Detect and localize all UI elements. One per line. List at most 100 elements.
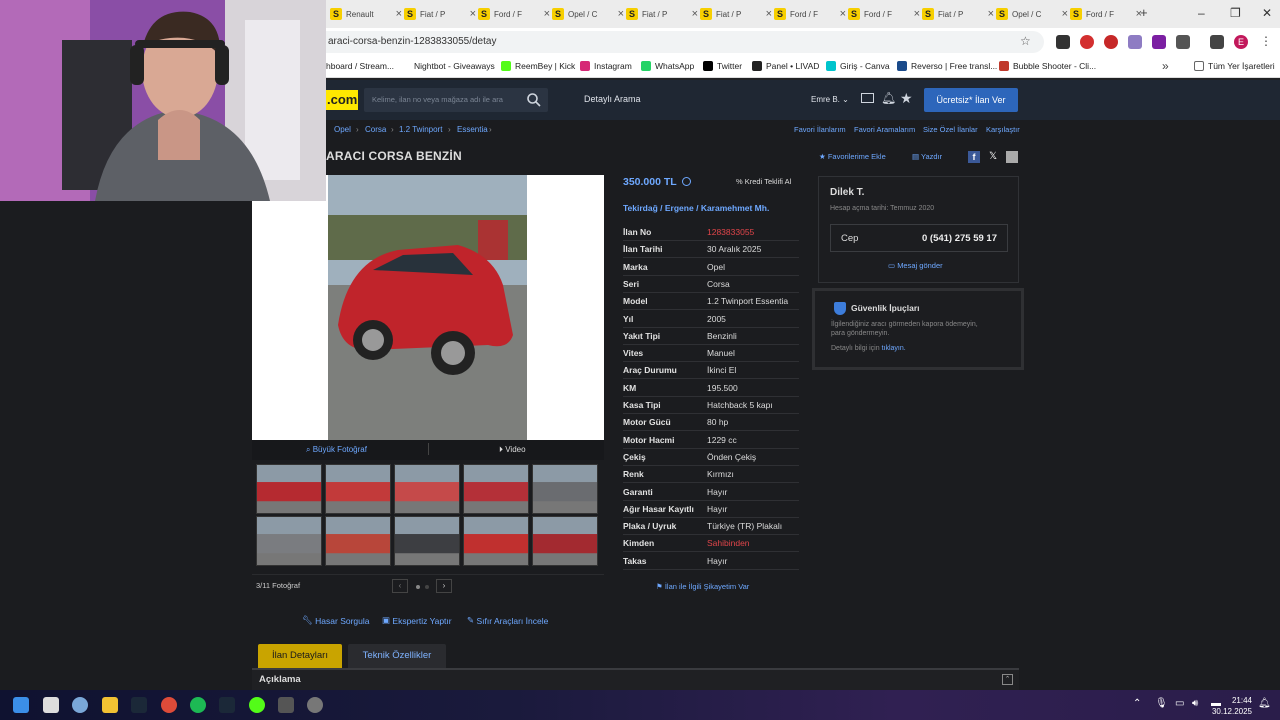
main-photo[interactable] <box>252 175 604 440</box>
new-cars-link[interactable]: ✎ Sıfır Araçları İncele <box>467 615 548 626</box>
all-bookmarks[interactable]: Tüm Yer İşaretleri <box>1194 61 1275 71</box>
breadcrumb-item[interactable]: Opel <box>334 125 351 134</box>
close-tab-icon[interactable]: × <box>692 8 698 20</box>
complaint-link[interactable]: ⚑ İlan ile İlgili Şikayetim Var <box>656 582 749 591</box>
seller-name[interactable]: Dilek T. <box>830 187 864 198</box>
photo-thumbnail[interactable] <box>394 464 460 514</box>
settings-icon[interactable] <box>72 697 88 713</box>
file-explorer-icon[interactable] <box>102 697 118 713</box>
photo-thumbnail[interactable] <box>325 464 391 514</box>
steam-icon[interactable] <box>219 697 235 713</box>
extension-icon[interactable] <box>1104 35 1118 49</box>
browser-tab[interactable]: S Ford / F × <box>478 4 550 24</box>
photo-thumbnail[interactable] <box>394 516 460 566</box>
menu-icon[interactable]: ⋮ <box>1260 34 1272 48</box>
new-tab-button[interactable]: + <box>1140 5 1148 20</box>
bookmarks-more-icon[interactable]: » <box>1162 59 1169 73</box>
url-field[interactable]: araci-corsa-benzin-1283833055/detay <box>326 31 1044 53</box>
location-neighborhood[interactable]: Karamehmet Mh. <box>701 203 770 213</box>
post-listing-button[interactable]: Ücretsiz* İlan Ver <box>924 88 1018 112</box>
xbox-icon[interactable] <box>278 697 294 713</box>
bookmark-item[interactable]: Reverso | Free transl... <box>897 61 997 71</box>
photo-thumbnail[interactable] <box>256 464 322 514</box>
photo-thumbnail[interactable] <box>532 516 598 566</box>
info-icon[interactable] <box>682 177 691 186</box>
page-dot[interactable] <box>425 585 429 589</box>
video-button[interactable]: ⏵ Video <box>499 445 526 455</box>
browser-tab[interactable]: S Renault × <box>330 4 402 24</box>
compare-link[interactable]: Karşılaştır <box>986 125 1020 134</box>
extension-icon[interactable] <box>1056 35 1070 49</box>
bookmark-item[interactable]: hboard / Stream... <box>326 61 394 71</box>
photo-thumbnail[interactable] <box>325 516 391 566</box>
bookmark-item[interactable]: Panel • LIVAD <box>752 61 819 71</box>
bookmark-item[interactable]: Instagram <box>580 61 632 71</box>
photo-thumbnail[interactable] <box>256 516 322 566</box>
bookmark-item[interactable]: WhatsApp <box>641 61 694 71</box>
close-tab-icon[interactable]: × <box>470 8 476 20</box>
extension-icon[interactable] <box>1152 35 1166 49</box>
search-icon[interactable] <box>526 92 542 108</box>
extension-icon[interactable] <box>1080 35 1094 49</box>
app-icon[interactable] <box>307 697 323 713</box>
facebook-share-icon[interactable]: f <box>968 151 980 163</box>
close-tab-icon[interactable]: × <box>988 8 994 20</box>
extension-icon[interactable] <box>1128 35 1142 49</box>
bell-icon[interactable]: 🔔︎ <box>881 91 896 105</box>
browser-tab[interactable]: S Fiat / P × <box>404 4 476 24</box>
minimize-icon[interactable]: – <box>1198 6 1205 20</box>
add-favorite-link[interactable]: ★ Favorilerime Ekle <box>819 152 886 161</box>
big-photo-button[interactable]: ⌕ Büyük Fotoğraf <box>306 445 367 455</box>
close-tab-icon[interactable]: × <box>840 8 846 20</box>
page-dot[interactable] <box>416 585 420 589</box>
location-city[interactable]: Tekirdağ <box>623 203 658 213</box>
close-tab-icon[interactable]: × <box>396 8 402 20</box>
profile-avatar[interactable]: E <box>1234 35 1248 49</box>
browser-tab[interactable]: S Fiat / P × <box>626 4 698 24</box>
favorite-listings-link[interactable]: Favori İlanlarım <box>794 125 846 134</box>
favorite-star-icon[interactable]: ★ <box>900 90 913 107</box>
close-tab-icon[interactable]: × <box>1062 8 1068 20</box>
browser-tab[interactable]: S Opel / C × <box>996 4 1068 24</box>
chrome-icon[interactable] <box>161 697 177 713</box>
close-tab-icon[interactable]: × <box>766 8 772 20</box>
close-tab-icon[interactable]: × <box>544 8 550 20</box>
system-clock[interactable]: 21:44 30.12.2025 <box>1212 695 1252 717</box>
volume-icon[interactable]: 🔊︎ <box>1192 698 1198 709</box>
damage-query-link[interactable]: 🔧︎ Hasar Sorgula <box>302 615 370 626</box>
prev-page-button[interactable]: ‹ <box>392 579 408 593</box>
print-link[interactable]: ▤ Yazdır <box>912 152 942 161</box>
phone-box[interactable]: Cep 0 (541) 275 59 17 <box>830 224 1008 252</box>
tab-technical-specs[interactable]: Teknik Özellikler <box>348 644 446 668</box>
special-listings-link[interactable]: Size Özel İlanlar <box>923 125 978 134</box>
browser-tab[interactable]: S Opel / C × <box>552 4 624 24</box>
browser-tab[interactable]: S Ford / F × <box>848 4 920 24</box>
bookmark-star-icon[interactable]: ☆ <box>1020 34 1031 48</box>
browser-tab[interactable]: S Fiat / P × <box>922 4 994 24</box>
safety-link[interactable]: tıklayın. <box>882 345 906 352</box>
expertise-link[interactable]: ▣ Ekspertiz Yaptır <box>382 615 452 626</box>
photo-thumbnail[interactable] <box>463 516 529 566</box>
site-logo[interactable]: .com <box>326 90 358 110</box>
email-share-icon[interactable] <box>1006 151 1018 163</box>
tab-listing-details[interactable]: İlan Detayları <box>258 644 342 668</box>
browser-tab[interactable]: S Fiat / P × <box>700 4 772 24</box>
photo-thumbnail[interactable] <box>532 464 598 514</box>
next-page-button[interactable]: › <box>436 579 452 593</box>
task-view-icon[interactable] <box>43 697 59 713</box>
favorite-searches-link[interactable]: Favori Aramalarım <box>854 125 915 134</box>
puzzle-icon[interactable] <box>1176 35 1190 49</box>
x-share-icon[interactable]: 𝕏 <box>987 151 999 163</box>
mail-icon[interactable] <box>861 93 874 103</box>
bookmark-item[interactable]: Twitter <box>703 61 742 71</box>
bookmark-item[interactable]: Giriş - Canva <box>826 61 890 71</box>
browser-tab[interactable]: S Ford / F × <box>1070 4 1142 24</box>
close-tab-icon[interactable]: × <box>914 8 920 20</box>
microphone-icon[interactable]: 🎙︎ <box>1155 698 1168 709</box>
steam-icon[interactable] <box>131 697 147 713</box>
bookmark-item[interactable]: ReemBey | Kick <box>501 61 575 71</box>
browser-tab[interactable]: S Ford / F × <box>774 4 846 24</box>
breadcrumb-item[interactable]: Essentia <box>457 125 488 134</box>
tray-chevron-icon[interactable]: ⌃ <box>1133 698 1141 709</box>
start-icon[interactable] <box>13 697 29 713</box>
